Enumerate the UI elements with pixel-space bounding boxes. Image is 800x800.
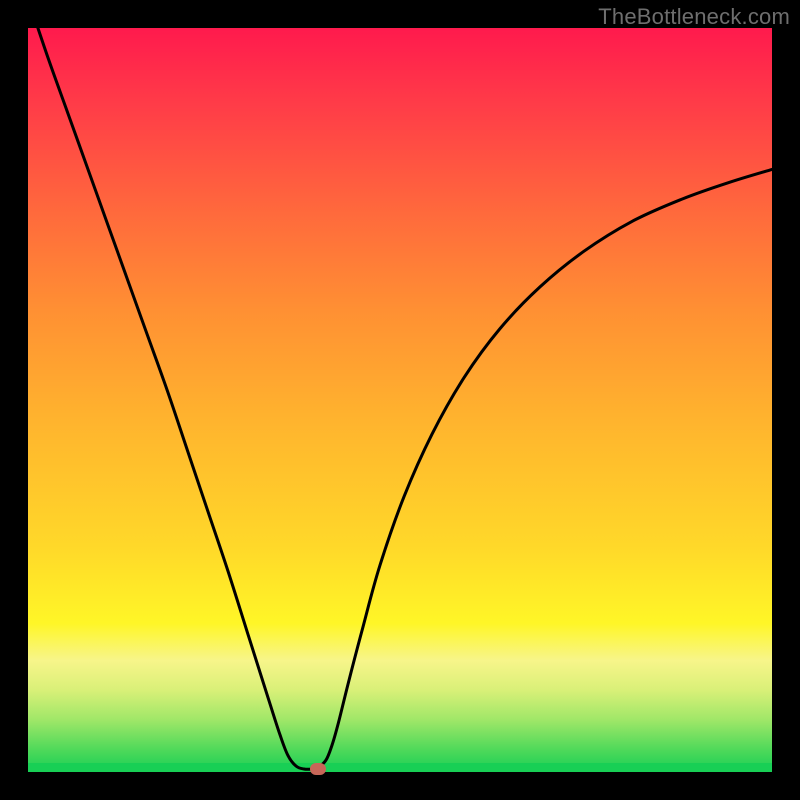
chart-curve-svg [28, 28, 772, 772]
chart-plot-area [28, 28, 772, 772]
bottleneck-curve [28, 0, 772, 769]
watermark-text: TheBottleneck.com [598, 4, 790, 30]
chart-frame: TheBottleneck.com [0, 0, 800, 800]
optimal-marker [310, 763, 326, 775]
